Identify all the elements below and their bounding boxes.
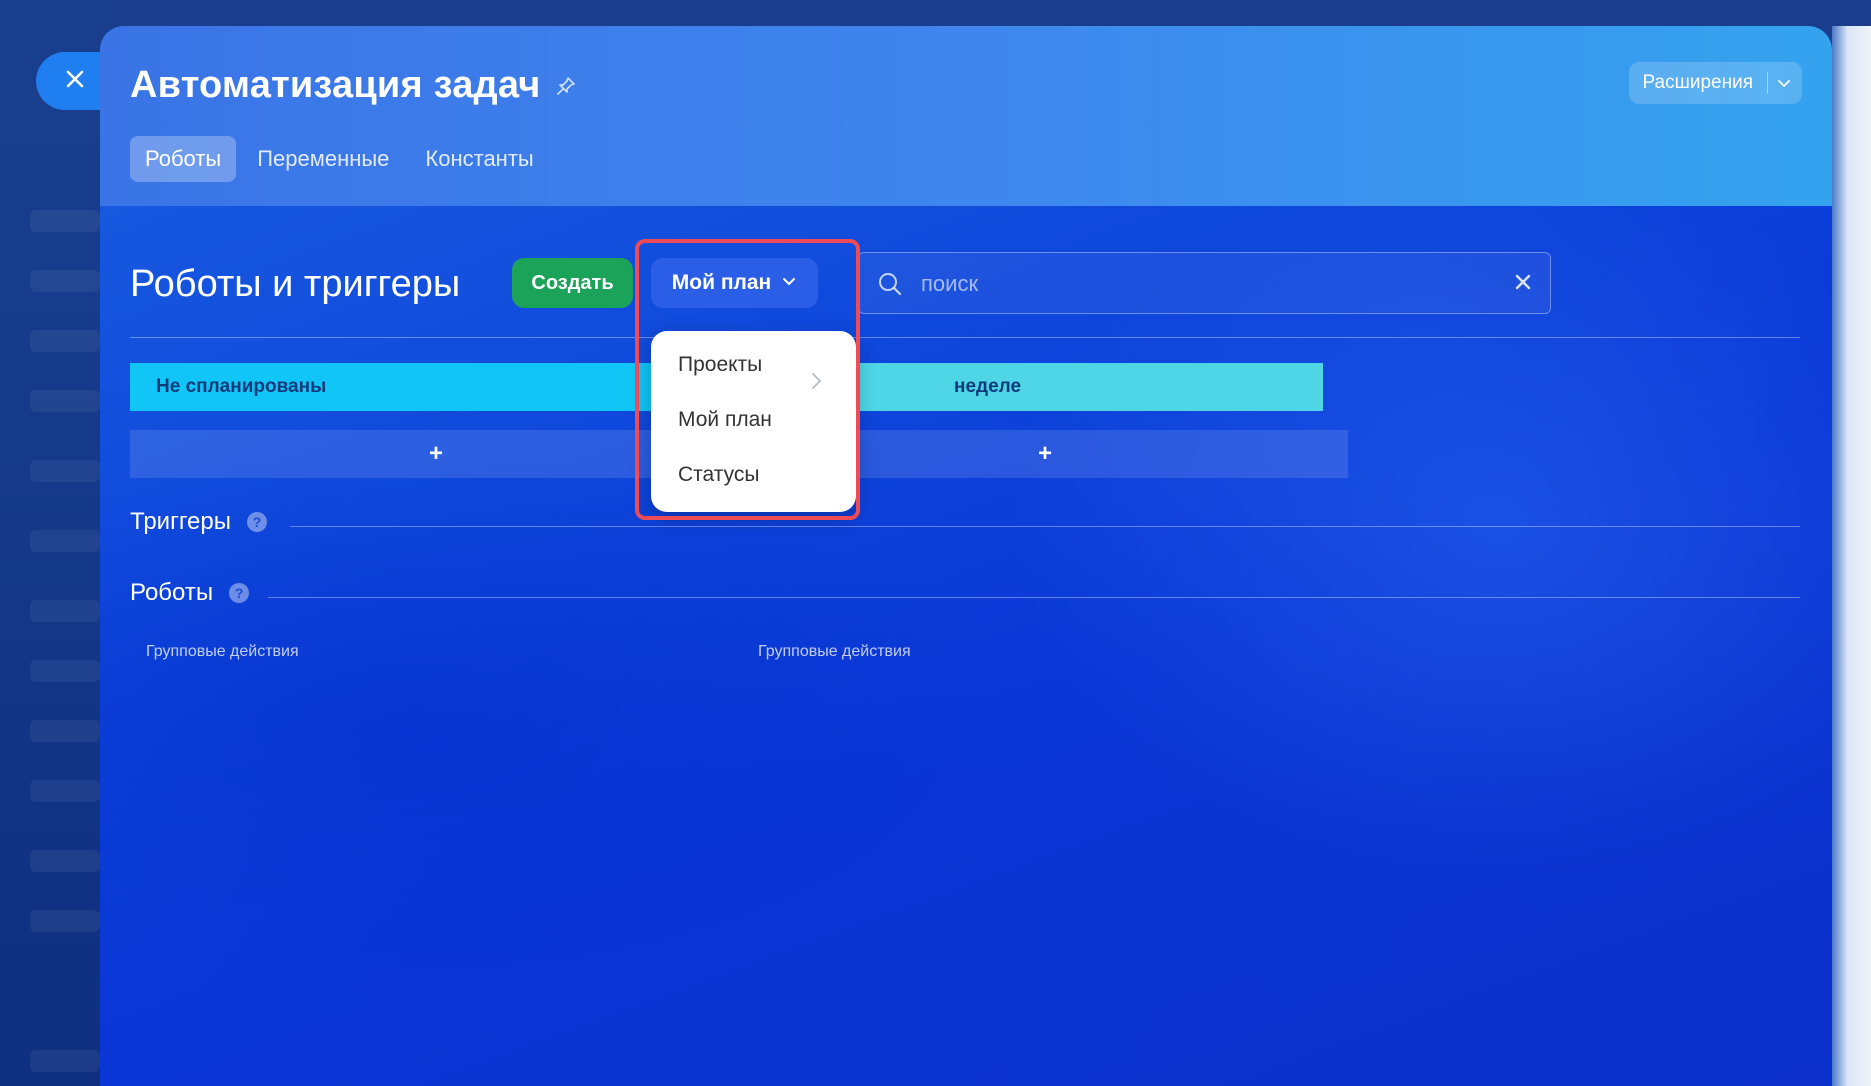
extensions-label: Расширения bbox=[1629, 72, 1768, 94]
tab-variables[interactable]: Переменные bbox=[242, 136, 404, 182]
extensions-button[interactable]: Расширения bbox=[1628, 62, 1802, 104]
background-item bbox=[30, 1050, 100, 1072]
menu-item-label: Статусы bbox=[678, 463, 760, 486]
clear-search-icon[interactable] bbox=[1514, 273, 1532, 296]
background-item bbox=[30, 270, 100, 292]
background-item bbox=[30, 850, 100, 872]
page-title: Автоматизация задач bbox=[130, 64, 577, 107]
group-actions-link[interactable]: Групповые действия bbox=[146, 643, 299, 661]
help-icon[interactable]: ? bbox=[229, 583, 250, 603]
background-item bbox=[30, 390, 100, 412]
chevron-down-icon bbox=[781, 271, 797, 295]
plan-dropdown-button[interactable]: Мой план bbox=[651, 258, 818, 308]
menu-item-my-plan[interactable]: Мой план bbox=[651, 392, 856, 447]
plan-dropdown-menu: Проекты Мой план Статусы bbox=[651, 331, 856, 512]
search-input[interactable] bbox=[919, 265, 1483, 303]
menu-item-projects[interactable]: Проекты bbox=[651, 337, 856, 392]
background-item bbox=[30, 910, 100, 932]
tab-constants[interactable]: Константы bbox=[410, 136, 548, 182]
chevron-down-icon[interactable] bbox=[1768, 75, 1802, 91]
robots-label: Роботы bbox=[130, 579, 214, 606]
search-icon bbox=[877, 271, 903, 302]
tab-robots[interactable]: Роботы bbox=[130, 136, 237, 182]
background-item bbox=[30, 660, 100, 682]
background-item bbox=[30, 600, 100, 622]
close-icon bbox=[64, 68, 86, 95]
tab-bar: Роботы Переменные Константы bbox=[130, 136, 549, 182]
automation-panel: Автоматизация задач Расширения Роботы Пе… bbox=[100, 26, 1832, 1086]
robots-divider bbox=[268, 597, 1800, 598]
group-actions-link[interactable]: Групповые действия bbox=[758, 643, 911, 661]
background-item bbox=[30, 780, 100, 802]
pin-icon[interactable] bbox=[555, 75, 577, 97]
search-box bbox=[858, 252, 1551, 314]
background-item bbox=[30, 720, 100, 742]
background-item bbox=[30, 330, 100, 352]
triggers-heading: Триггеры ? bbox=[130, 508, 267, 536]
menu-item-label: Проекты bbox=[678, 353, 763, 376]
menu-item-statuses[interactable]: Статусы bbox=[651, 447, 856, 502]
menu-item-label: Мой план bbox=[678, 408, 772, 431]
background-item bbox=[30, 210, 100, 232]
create-button[interactable]: Создать bbox=[512, 258, 633, 308]
section-title: Роботы и триггеры bbox=[130, 263, 461, 305]
background-app-strip bbox=[0, 0, 110, 1086]
page-edge bbox=[1832, 26, 1871, 1086]
help-icon[interactable]: ? bbox=[247, 512, 267, 532]
header-divider bbox=[130, 337, 1800, 338]
robots-heading: Роботы ? bbox=[130, 579, 250, 607]
triggers-divider bbox=[290, 526, 1800, 527]
triggers-label: Триггеры bbox=[130, 508, 231, 535]
background-item bbox=[30, 530, 100, 552]
plan-dropdown-label: Мой план bbox=[671, 271, 772, 294]
background-item bbox=[30, 460, 100, 482]
page-title-text: Автоматизация задач bbox=[130, 64, 541, 106]
